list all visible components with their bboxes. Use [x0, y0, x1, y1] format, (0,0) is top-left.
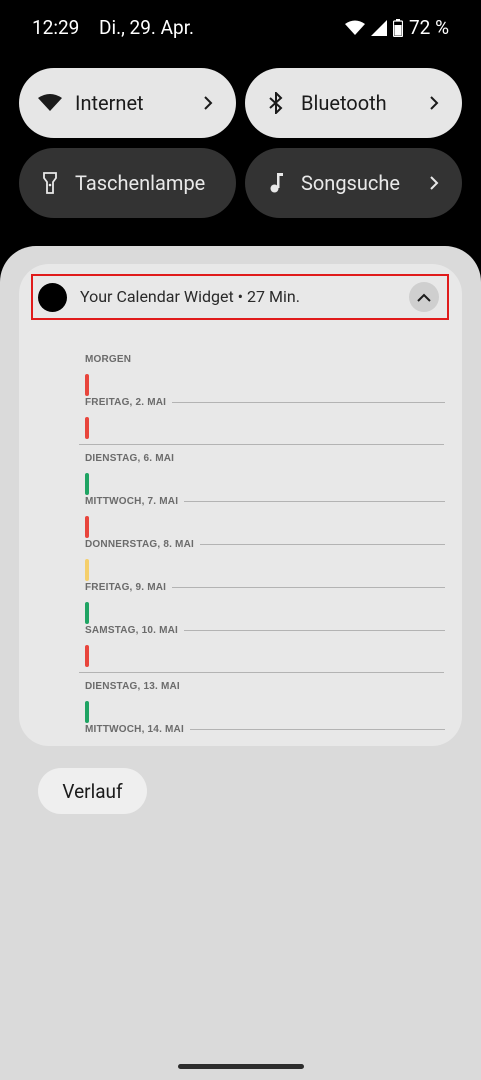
day-header: MORGEN [85, 352, 445, 366]
tile-bluetooth[interactable]: Bluetooth [245, 68, 462, 138]
wifi-icon [37, 90, 63, 116]
day-divider [172, 586, 445, 588]
day-label: DIENSTAG, 6. MAI [85, 452, 175, 464]
event-bar[interactable] [85, 374, 89, 396]
battery-percent: 72 % [409, 16, 449, 39]
battery-icon [393, 18, 403, 37]
gesture-nav-handle[interactable] [178, 1064, 304, 1069]
day-label: FREITAG, 2. MAI [85, 396, 167, 408]
calendar-notification[interactable]: Your Calendar Widget • 27 Min. MORGEN FR… [19, 264, 462, 746]
day-header: MITTWOCH, 14. MAI [85, 722, 445, 736]
week-divider [79, 672, 444, 673]
day-header: MITTWOCH, 7. MAI [85, 494, 445, 508]
day-label: DONNERSTAG, 8. MAI [85, 538, 194, 550]
day-label: MITTWOCH, 7. MAI [85, 495, 179, 507]
day-divider [199, 543, 445, 545]
tile-label: Songsuche [301, 171, 400, 195]
notification-shade: Your Calendar Widget • 27 Min. MORGEN FR… [0, 246, 481, 1080]
status-date: Di., 29. Apr. [99, 16, 194, 39]
day-header: DONNERSTAG, 8. MAI [85, 537, 445, 551]
day-label: FREITAG, 9. MAI [85, 581, 167, 593]
day-divider [184, 629, 445, 631]
history-button[interactable]: Verlauf [38, 768, 147, 814]
cell-signal-icon [371, 19, 387, 36]
app-title: Your Calendar Widget [80, 287, 234, 306]
wifi-icon [345, 20, 365, 36]
event-bar[interactable] [85, 516, 89, 538]
bluetooth-icon [263, 90, 289, 116]
notification-title: Your Calendar Widget • 27 Min. [80, 287, 300, 306]
chevron-right-icon [422, 91, 446, 115]
week-divider [79, 444, 444, 445]
day-label: MORGEN [85, 353, 132, 365]
flashlight-icon [37, 170, 63, 196]
chevron-up-icon [417, 293, 431, 302]
chevron-right-icon [422, 171, 446, 195]
event-bar[interactable] [85, 701, 89, 723]
event-bar[interactable] [85, 559, 89, 581]
music-note-icon [263, 170, 289, 196]
day-label: DIENSTAG, 13. MAI [85, 680, 180, 692]
tile-label: Bluetooth [301, 91, 387, 115]
event-bar[interactable] [85, 417, 89, 439]
tile-internet[interactable]: Internet [19, 68, 236, 138]
day-label: MITTWOCH, 14. MAI [85, 723, 184, 735]
screen: 12:29 Di., 29. Apr. 72 % Internet Blueto… [0, 0, 481, 1080]
day-header: DIENSTAG, 6. MAI [85, 451, 445, 465]
tile-label: Internet [75, 91, 144, 115]
status-bar: 12:29 Di., 29. Apr. 72 % [0, 0, 481, 56]
event-bar[interactable] [85, 645, 89, 667]
day-header: DIENSTAG, 13. MAI [85, 679, 445, 693]
status-time: 12:29 [32, 16, 80, 39]
notification-age: 27 Min. [247, 287, 300, 306]
day-divider [189, 728, 445, 730]
title-separator: • [237, 287, 244, 306]
event-bar[interactable] [85, 473, 89, 495]
day-header: SAMSTAG, 10. MAI [85, 623, 445, 637]
chevron-right-icon [196, 91, 220, 115]
day-header: FREITAG, 2. MAI [85, 395, 445, 409]
event-bar[interactable] [85, 602, 89, 624]
tile-flashlight[interactable]: Taschenlampe [19, 148, 236, 218]
day-header: FREITAG, 9. MAI [85, 580, 445, 594]
tile-label: Taschenlampe [75, 171, 206, 195]
notification-header[interactable]: Your Calendar Widget • 27 Min. [31, 274, 449, 320]
status-icons: 72 % [345, 16, 449, 39]
day-label: SAMSTAG, 10. MAI [85, 624, 179, 636]
app-icon [38, 283, 67, 312]
expand-button[interactable] [409, 282, 439, 312]
day-divider [172, 401, 445, 403]
day-divider [184, 500, 445, 502]
tile-song-search[interactable]: Songsuche [245, 148, 462, 218]
